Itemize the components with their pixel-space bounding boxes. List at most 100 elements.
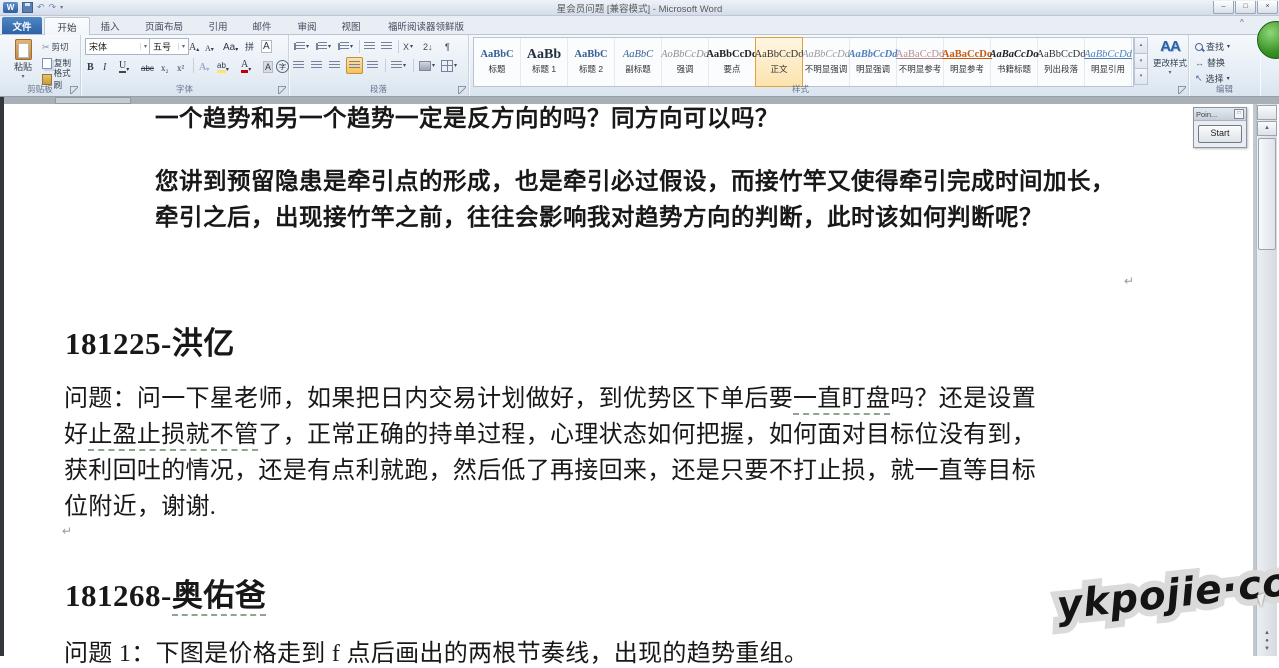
tab-review[interactable]: 审阅 xyxy=(286,17,328,34)
numbering-button[interactable]: ▾ xyxy=(315,39,331,54)
tab-file[interactable]: 文件 xyxy=(2,17,42,34)
cut-button[interactable]: ✂ 剪切 xyxy=(42,40,78,54)
justify-button[interactable] xyxy=(346,57,363,74)
paragraph-dialog-launcher-icon[interactable] xyxy=(458,86,466,94)
paste-dropdown-icon[interactable]: ▾ xyxy=(21,73,24,80)
start-button[interactable]: Start xyxy=(1198,125,1242,143)
underline-dropdown-icon[interactable]: ▾ xyxy=(126,66,129,73)
style-chip-normal[interactable]: AaBbCcDd正文 xyxy=(755,37,803,87)
word-logo-icon[interactable]: W xyxy=(3,2,18,13)
text-effects-button[interactable]: A ▾ xyxy=(199,58,209,73)
tab-view[interactable]: 视图 xyxy=(330,17,372,34)
tab-home[interactable]: 开始 xyxy=(44,17,90,35)
character-shading-button[interactable]: A xyxy=(263,58,273,73)
distribute-button[interactable] xyxy=(367,58,378,73)
styles-scroll-up-icon[interactable]: ▴ xyxy=(1134,37,1148,54)
ruler-toggle-button[interactable] xyxy=(1257,105,1277,120)
undo-icon[interactable]: ↶ xyxy=(37,3,45,12)
style-chip-title[interactable]: AaBbC标题 xyxy=(474,38,521,86)
ribbon: 粘贴 ▾ ✂ 剪切 复制 格式刷 剪贴板 宋体 ▾ 五号 ▾ A▴ xyxy=(0,34,1279,97)
style-chip-subtle-reference[interactable]: AaBaCcDd不明显参考 xyxy=(897,38,944,86)
strikethrough-button[interactable]: abc xyxy=(141,58,154,73)
save-icon[interactable] xyxy=(22,2,33,13)
align-center-button[interactable] xyxy=(311,58,322,73)
minimize-button[interactable]: – xyxy=(1213,1,1234,14)
tab-references[interactable]: 引用 xyxy=(198,17,238,34)
styles-gallery-scroll: ▴ ▾ ▾ xyxy=(1134,37,1148,85)
highlight-dropdown-icon[interactable]: ▾ xyxy=(226,66,229,73)
find-button[interactable]: 查找 ▾ xyxy=(1195,39,1230,54)
character-border-button[interactable]: A xyxy=(261,38,272,53)
increase-indent-icon xyxy=(381,42,392,51)
pointer-widget-titlebar[interactable]: Poin... □ xyxy=(1194,108,1246,121)
tab-insert[interactable]: 插入 xyxy=(90,17,130,34)
align-left-button[interactable] xyxy=(293,58,304,73)
styles-more-icon[interactable]: ▾ xyxy=(1134,69,1148,85)
bullets-button[interactable]: ▾ xyxy=(293,39,309,54)
phonetic-guide-button[interactable]: 拼 xyxy=(245,38,254,53)
styles-dialog-launcher-icon[interactable] xyxy=(1178,86,1186,94)
line-spacing-button[interactable]: ▾ xyxy=(391,58,406,73)
clipboard-dialog-launcher-icon[interactable] xyxy=(70,86,78,94)
increase-indent-button[interactable] xyxy=(381,39,392,54)
select-browse-object-icon[interactable]: ● xyxy=(1265,638,1269,644)
font-dialog-launcher-icon[interactable] xyxy=(278,86,286,94)
font-color-button[interactable]: A ▾ xyxy=(241,58,251,73)
grow-font-button[interactable]: A▴ xyxy=(189,38,199,53)
replace-icon: ↔ xyxy=(1195,58,1204,68)
style-chip-strong[interactable]: AaBbCcDd要点 xyxy=(709,38,756,86)
change-styles-button[interactable]: AA 更改样式 ▾ xyxy=(1152,37,1188,87)
style-chip-book-title[interactable]: AaBaCcDo书籍标题 xyxy=(991,38,1038,86)
style-chip-heading1[interactable]: AaBb标题 1 xyxy=(521,38,568,86)
style-chip-subtle-emphasis[interactable]: AaBbCcDd不明显强调 xyxy=(803,38,850,86)
underline-button[interactable]: U ▾ xyxy=(119,58,129,73)
change-case-button[interactable]: Aa▾ xyxy=(223,38,238,53)
scrollbar-thumb[interactable] xyxy=(1258,138,1276,250)
sort-button[interactable]: 2↓ xyxy=(423,39,433,54)
shading-button[interactable]: ▾ xyxy=(419,58,435,73)
style-chip-subtitle[interactable]: AaBbC副标题 xyxy=(615,38,662,86)
multilevel-list-button[interactable]: ▾ xyxy=(337,39,353,54)
font-size-dropdown-icon[interactable]: ▾ xyxy=(178,43,185,50)
change-case-dropdown-icon: ▾ xyxy=(235,46,238,53)
style-chip-list-paragraph[interactable]: AaBbCcDd列出段落 xyxy=(1038,38,1085,86)
pointer-widget-box-icon[interactable]: □ xyxy=(1234,109,1244,119)
style-chip-intense-quote[interactable]: AaBbCcDd明显引用 xyxy=(1085,38,1132,86)
group-clipboard: 粘贴 ▾ ✂ 剪切 复制 格式刷 剪贴板 xyxy=(0,34,81,96)
align-center-icon xyxy=(311,61,322,70)
style-chip-intense-reference[interactable]: AaBaCcDo明显参考 xyxy=(944,38,991,86)
paste-button[interactable]: 粘贴 ▾ xyxy=(4,38,42,88)
style-chip-intense-emphasis[interactable]: AaBbCcDd明显强调 xyxy=(850,38,897,86)
scroll-up-icon[interactable]: ▲ xyxy=(1257,121,1277,136)
style-chip-heading2[interactable]: AaBbC标题 2 xyxy=(568,38,615,86)
highlight-button[interactable]: ab ▾ xyxy=(217,58,229,73)
align-right-button[interactable] xyxy=(329,58,340,73)
show-marks-button[interactable]: ¶ xyxy=(445,39,450,54)
font-name-dropdown-icon[interactable]: ▾ xyxy=(140,43,147,50)
font-name-combobox[interactable]: 宋体 ▾ xyxy=(85,38,151,55)
maximize-button[interactable]: □ xyxy=(1235,1,1256,14)
bold-button[interactable]: B xyxy=(87,58,94,73)
close-button[interactable]: × xyxy=(1257,1,1278,14)
collapse-ribbon-icon[interactable]: ^ xyxy=(1240,18,1244,27)
font-size-combobox[interactable]: 五号 ▾ xyxy=(149,38,189,55)
redo-icon[interactable]: ↷ xyxy=(49,3,57,12)
borders-button[interactable]: ▾ xyxy=(441,58,457,73)
style-chip-emphasis[interactable]: AoBbCcDd强调 xyxy=(662,38,709,86)
styles-scroll-down-icon[interactable]: ▾ xyxy=(1134,54,1148,70)
enclose-characters-button[interactable]: 字 xyxy=(276,58,289,73)
subscript-button[interactable]: x₂ xyxy=(161,58,169,73)
font-color-dropdown-icon[interactable]: ▾ xyxy=(248,66,251,73)
shrink-font-button[interactable]: A▾ xyxy=(205,38,214,53)
qat-customize-icon[interactable]: ▾ xyxy=(60,4,63,11)
next-page-icon[interactable]: ▼ xyxy=(1264,646,1270,652)
tab-page-layout[interactable]: 页面布局 xyxy=(132,17,196,34)
replace-button[interactable]: ↔ 替换 xyxy=(1195,55,1225,70)
asian-layout-button[interactable]: X▾ xyxy=(403,39,413,54)
tab-mailings[interactable]: 邮件 xyxy=(240,17,284,34)
superscript-button[interactable]: x² xyxy=(177,58,184,73)
tab-foxit-reader[interactable]: 福昕阅读器领鲜版 xyxy=(374,17,478,34)
italic-button[interactable]: I xyxy=(103,58,106,73)
decrease-indent-button[interactable] xyxy=(364,39,375,54)
group-label-font: 字体 xyxy=(81,83,288,95)
